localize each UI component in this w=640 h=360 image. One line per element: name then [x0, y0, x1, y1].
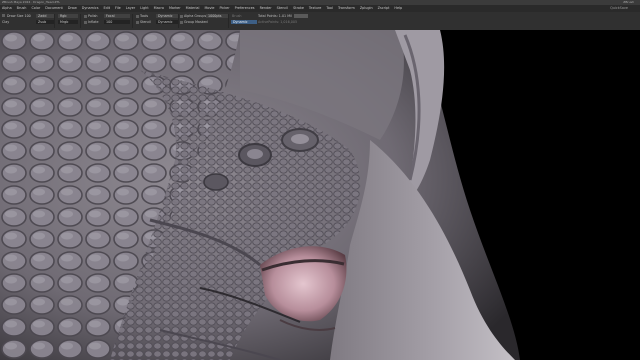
menu-item-file[interactable]: File: [115, 5, 121, 12]
shelf-divider: [228, 14, 229, 28]
menu-item-alpha[interactable]: Alpha: [2, 5, 12, 12]
inflate-toggle[interactable]: [84, 20, 87, 24]
menu-item-zplugin[interactable]: Zplugin: [360, 5, 373, 12]
mode-field-2[interactable]: Dynamic: [156, 20, 178, 24]
alpha-groups-toggle[interactable]: [180, 14, 183, 18]
menu-bar: Alpha Brush Color Document Draw Dynamics Edit F…: [0, 5, 640, 12]
menu-item-light[interactable]: Light: [140, 5, 148, 12]
focal-slider[interactable]: Focal: [104, 14, 130, 18]
stencil-label: Stencil: [140, 19, 152, 24]
menu-item-stroke[interactable]: Stroke: [293, 5, 304, 12]
tools-label: Tools: [140, 13, 149, 18]
menu-item-edit[interactable]: Edit: [103, 5, 110, 12]
menu-item-document[interactable]: Document: [45, 5, 63, 12]
menu-item-brush[interactable]: Brush: [17, 5, 27, 12]
alpha-groups-label: Alpha Groups: [184, 13, 207, 18]
menu-item-texture[interactable]: Texture: [309, 5, 321, 12]
menu-item-layer[interactable]: Layer: [126, 5, 135, 12]
menu-item-render[interactable]: Render: [260, 5, 272, 12]
stencil-toggle[interactable]: [136, 20, 139, 24]
brush-label: Clay: [2, 19, 10, 24]
menu-item-marker[interactable]: Marker: [169, 5, 181, 12]
top-shelf: Draw Size 100 Zadd Zsub Clay Rgb Mrgb Po…: [0, 12, 640, 30]
menu-item-help[interactable]: Help: [394, 5, 402, 12]
quicksave-label[interactable]: QuickSave: [610, 5, 628, 12]
sculpt-viewport[interactable]: [0, 30, 640, 360]
shelf-divider: [80, 14, 81, 28]
slider-value[interactable]: 100: [104, 20, 130, 24]
menu-item-macro[interactable]: Macro: [154, 5, 164, 12]
active-points-label: ActivePoints: 1,016,005: [258, 19, 298, 24]
polish-label: Polish: [88, 13, 98, 18]
total-points-label: Total Points: 1.01 Mil: [258, 13, 292, 18]
menu-item-transform[interactable]: Transform: [338, 5, 355, 12]
mode-field[interactable]: Dynamic: [156, 14, 178, 18]
zsub-button[interactable]: Zsub: [36, 20, 54, 24]
zadd-button[interactable]: Zadd: [36, 14, 54, 18]
scale-slider[interactable]: [294, 14, 308, 18]
menu-item-preferences[interactable]: Preferences: [235, 5, 255, 12]
shelf-divider: [54, 14, 55, 28]
shelf-divider: [178, 14, 179, 28]
inflate-label: Inflate: [88, 19, 99, 24]
sculpt-render: [0, 30, 640, 360]
menu-item-dynamics[interactable]: Dynamics: [82, 5, 99, 12]
active-field[interactable]: Dynamic: [231, 20, 257, 24]
menu-list: Alpha Brush Color Document Draw Dynamics Edit F…: [2, 5, 407, 12]
mrgb-button[interactable]: Mrgb: [58, 20, 78, 24]
menu-item-stencil[interactable]: Stencil: [277, 5, 288, 12]
group-masked-label: Group Masked: [184, 19, 208, 24]
mask-value-field[interactable]: 1000pts: [206, 14, 228, 18]
group-masked-toggle[interactable]: [180, 20, 183, 24]
tools-toggle[interactable]: [136, 14, 139, 18]
menu-item-movie[interactable]: Movie: [204, 5, 214, 12]
menu-item-material[interactable]: Material: [186, 5, 200, 12]
draw-size-label: Draw Size 100: [7, 13, 31, 18]
menu-item-draw[interactable]: Draw: [68, 5, 77, 12]
menu-item-zscript[interactable]: Zscript: [378, 5, 390, 12]
polish-toggle[interactable]: [84, 14, 87, 18]
shelf-divider: [132, 14, 133, 28]
rgb-button[interactable]: Rgb: [58, 14, 78, 18]
menu-item-tool[interactable]: Tool: [326, 5, 333, 12]
menu-item-picker[interactable]: Picker: [220, 5, 230, 12]
dim-label-1: Brush: [232, 13, 242, 18]
menu-item-color[interactable]: Color: [31, 5, 40, 12]
draw-toggle[interactable]: [2, 14, 5, 17]
